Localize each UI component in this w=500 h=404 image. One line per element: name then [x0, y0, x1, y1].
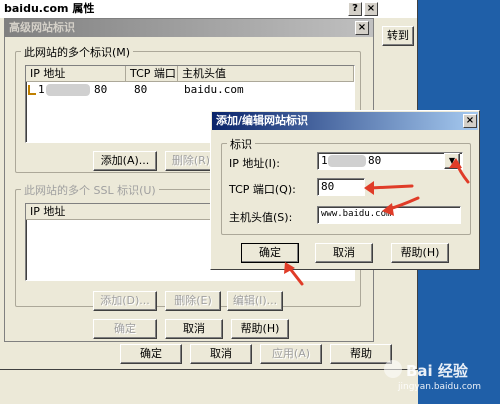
- arrowhead-host: [382, 203, 394, 216]
- watermark-text: Bai 经验: [406, 362, 468, 380]
- annotation-arrows: [284, 158, 470, 286]
- arrowhead-port: [364, 181, 374, 195]
- arrow-to-port: [368, 184, 414, 190]
- watermark-paw-icon: [384, 360, 402, 378]
- watermark: Bai 经验 jingyan.baidu.com: [384, 356, 496, 400]
- arrowhead-dropdown: [449, 158, 462, 168]
- watermark-url: jingyan.baidu.com: [398, 382, 482, 392]
